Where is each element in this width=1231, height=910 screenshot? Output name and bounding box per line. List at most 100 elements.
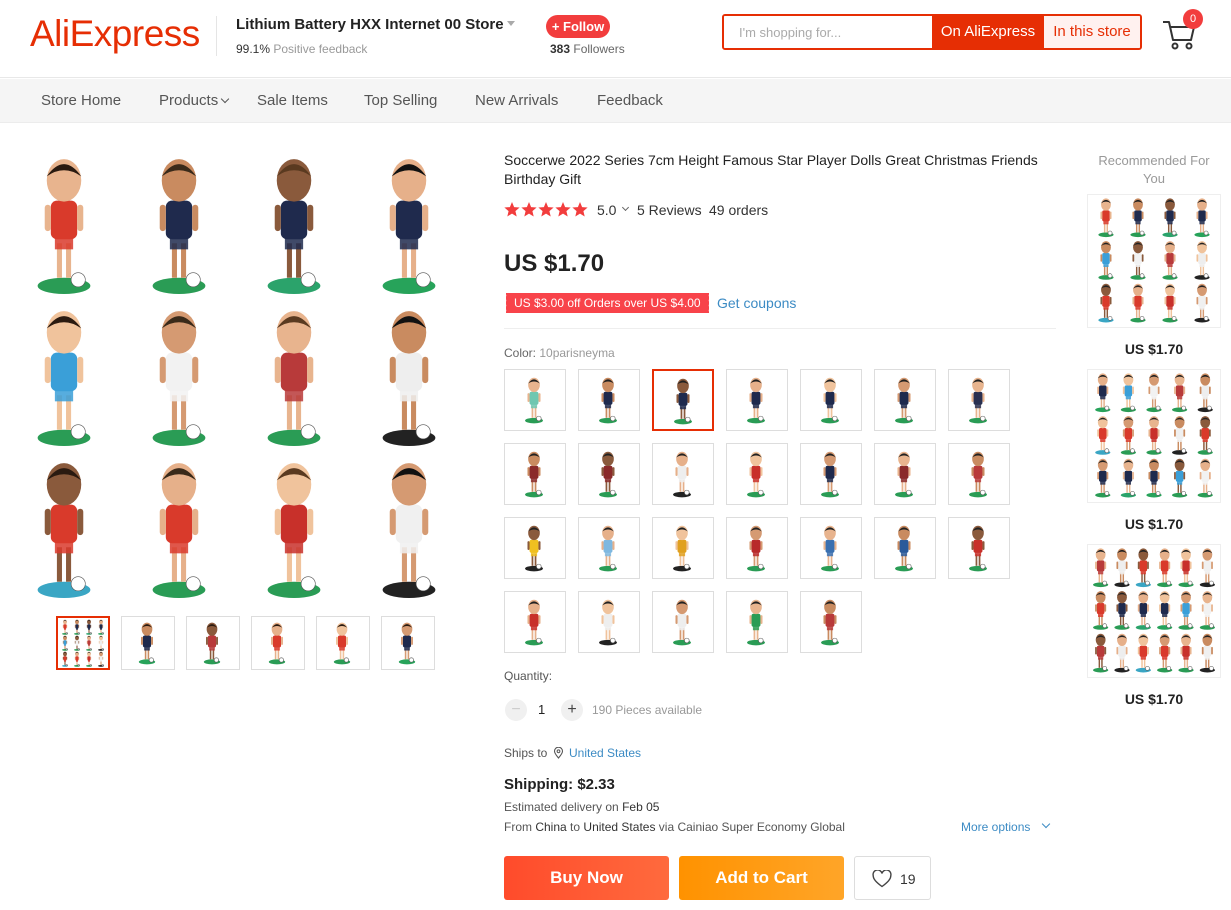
product-thumbnail[interactable] (186, 616, 240, 670)
product-thumbnail[interactable] (56, 616, 110, 670)
swatch-image (821, 599, 839, 646)
quantity-decrease-button[interactable]: − (505, 699, 527, 721)
store-feedback: 99.1% Positive feedback (236, 42, 367, 56)
color-swatch[interactable] (578, 517, 640, 579)
star-icon (521, 202, 537, 217)
color-label-text: Color: (504, 346, 537, 360)
swatch-image (747, 451, 765, 498)
swatch-image (673, 525, 691, 572)
color-swatch[interactable] (726, 591, 788, 653)
product-main-image[interactable] (22, 146, 454, 602)
color-swatch[interactable] (652, 443, 714, 505)
nav-new-arrivals[interactable]: New Arrivals (475, 79, 558, 123)
aliexpress-logo[interactable]: AliExpress (30, 14, 200, 54)
delivery-label: Estimated delivery on (504, 800, 619, 814)
rating-value[interactable]: 5.0 (597, 202, 616, 218)
color-swatch[interactable] (874, 369, 936, 431)
color-swatch[interactable] (800, 517, 862, 579)
recommended-image[interactable] (1087, 369, 1221, 503)
color-swatch[interactable] (874, 517, 936, 579)
nav-store-home[interactable]: Store Home (41, 79, 121, 123)
nav-products[interactable]: Products (159, 79, 230, 123)
feedback-label: Positive feedback (273, 42, 368, 56)
store-name[interactable]: Lithium Battery HXX Internet 00 Store (236, 16, 504, 33)
store-menu-caret-icon[interactable] (507, 21, 515, 26)
chevron-down-icon[interactable] (1041, 819, 1051, 829)
search-input[interactable] (724, 16, 932, 48)
swatch-image (525, 525, 543, 572)
color-swatch[interactable] (504, 591, 566, 653)
swatch-image (674, 378, 692, 425)
color-swatch[interactable] (948, 443, 1010, 505)
color-swatch[interactable] (578, 369, 640, 431)
feedback-percent: 99.1% (236, 42, 271, 56)
recommended-price: US $1.70 (1124, 341, 1184, 357)
product-thumbnail[interactable] (251, 616, 305, 670)
color-swatch[interactable] (578, 443, 640, 505)
recommended-item[interactable]: US $1.70 (1087, 194, 1221, 357)
get-coupons-link[interactable]: Get coupons (717, 295, 796, 311)
recommended-image[interactable] (1087, 544, 1221, 678)
color-label: Color: 10parisneyma (504, 346, 615, 360)
color-swatch[interactable] (874, 443, 936, 505)
nav-sale-items[interactable]: Sale Items (257, 79, 328, 123)
search-store-button[interactable]: In this store (1044, 16, 1140, 48)
recommended-item[interactable]: US $1.70 (1087, 544, 1221, 707)
color-swatch[interactable] (652, 369, 714, 431)
color-swatch[interactable] (504, 443, 566, 505)
color-swatch[interactable] (726, 517, 788, 579)
product-price: US $1.70 (504, 250, 605, 277)
delivery-date: Feb 05 (622, 800, 660, 814)
recommended-image[interactable] (1087, 194, 1221, 328)
color-swatch[interactable] (800, 369, 862, 431)
swatch-image (525, 451, 543, 498)
color-swatch[interactable] (948, 369, 1010, 431)
followers-label: Followers (573, 42, 625, 56)
color-swatch[interactable] (726, 443, 788, 505)
swatch-image (895, 525, 913, 572)
star-icon (555, 202, 571, 217)
nav-feedback[interactable]: Feedback (597, 79, 663, 123)
color-swatch[interactable] (800, 443, 862, 505)
swatch-image (599, 599, 617, 646)
product-thumbnail[interactable] (381, 616, 435, 670)
rating-chevron-icon[interactable] (621, 203, 630, 212)
reviews-link[interactable]: 5 Reviews (637, 202, 702, 218)
color-swatch[interactable] (800, 591, 862, 653)
thumbnail-image (398, 622, 416, 665)
quantity-increase-button[interactable]: + (561, 699, 583, 721)
shipping-route: From China to United States via Cainiao … (504, 820, 845, 834)
buy-now-button[interactable]: Buy Now (504, 856, 669, 900)
ships-to-country-link[interactable]: United States (569, 746, 641, 760)
color-swatch[interactable] (504, 517, 566, 579)
divider (504, 328, 1056, 329)
quantity-value[interactable]: 1 (538, 702, 545, 717)
color-swatch[interactable] (504, 369, 566, 431)
follow-button[interactable]: + Follow (546, 15, 610, 38)
more-options-link[interactable]: More options (961, 820, 1030, 834)
route-to-label: to (570, 820, 581, 834)
color-swatch[interactable] (578, 591, 640, 653)
nav-products-label: Products (159, 92, 219, 109)
wishlist-button[interactable]: 19 (854, 856, 931, 900)
swatch-image (969, 451, 987, 498)
swatch-image (821, 451, 839, 498)
color-swatch[interactable] (652, 591, 714, 653)
swatch-image (525, 377, 543, 424)
search-aliexpress-button[interactable]: On AliExpress (932, 16, 1044, 48)
product-thumbnail[interactable] (316, 616, 370, 670)
swatch-image (969, 377, 987, 424)
add-to-cart-button[interactable]: Add to Cart (679, 856, 844, 900)
thumbnail-image (203, 622, 221, 665)
nav-top-selling[interactable]: Top Selling (364, 79, 437, 123)
color-swatch[interactable] (948, 517, 1010, 579)
color-swatch[interactable] (726, 369, 788, 431)
recommended-item[interactable]: US $1.70 (1087, 369, 1221, 532)
swatch-image (969, 525, 987, 572)
product-thumbnail[interactable] (121, 616, 175, 670)
coupon-badge[interactable]: US $3.00 off Orders over US $4.00 (504, 293, 709, 313)
color-swatch[interactable] (652, 517, 714, 579)
swatch-image (747, 599, 765, 646)
swatch-image (821, 377, 839, 424)
cart-count-badge: 0 (1183, 9, 1203, 29)
